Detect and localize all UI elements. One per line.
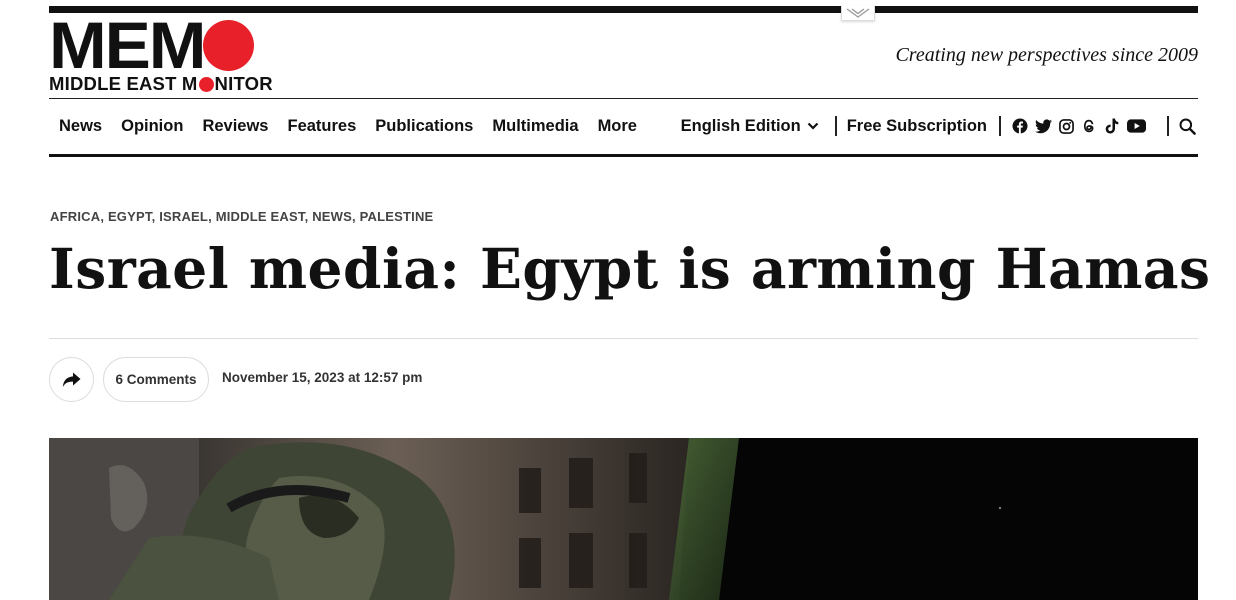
social-links bbox=[1011, 117, 1151, 135]
site-tagline: Creating new perspectives since 2009 bbox=[895, 44, 1198, 66]
logo-wordmark: MEM bbox=[49, 8, 206, 82]
youtube-icon[interactable] bbox=[1126, 117, 1146, 135]
article-hero-image bbox=[49, 438, 1198, 600]
edition-label: English Edition bbox=[680, 116, 801, 135]
nav-right: English Edition Free Subscription bbox=[681, 116, 1198, 136]
share-button[interactable] bbox=[49, 357, 94, 402]
category-link-egypt[interactable]: EGYPT bbox=[108, 209, 152, 224]
search-icon bbox=[1179, 118, 1196, 135]
main-nav: News Opinion Reviews Features Publicatio… bbox=[49, 100, 1198, 152]
threads-icon[interactable] bbox=[1080, 117, 1098, 135]
nav-item-publications[interactable]: Publications bbox=[375, 117, 473, 136]
chevron-double-down-icon bbox=[846, 8, 870, 18]
category-link-middle-east[interactable]: MIDDLE EAST bbox=[216, 209, 305, 224]
category-link-africa[interactable]: AFRICA bbox=[50, 209, 100, 224]
chevron-down-icon bbox=[807, 122, 818, 130]
search-button[interactable] bbox=[1179, 118, 1196, 135]
article-date: November 15, 2023 at 12:57 pm bbox=[222, 370, 423, 385]
nav-separator bbox=[999, 116, 1001, 136]
comments-button[interactable]: 6 Comments bbox=[103, 357, 209, 402]
facebook-icon[interactable] bbox=[1011, 117, 1029, 135]
share-arrow-icon bbox=[62, 372, 81, 387]
meta-divider bbox=[49, 338, 1198, 339]
category-link-news[interactable]: NEWS bbox=[312, 209, 352, 224]
nav-separator bbox=[834, 116, 837, 136]
nav-item-multimedia[interactable]: Multimedia bbox=[492, 117, 578, 136]
article-title: Israel media: Egypt is arming Hamas bbox=[49, 236, 1211, 301]
instagram-icon[interactable] bbox=[1057, 117, 1075, 135]
category-link-palestine[interactable]: PALESTINE bbox=[360, 209, 434, 224]
twitter-icon[interactable] bbox=[1034, 117, 1052, 135]
logo-subtitle: MIDDLE EAST M NITOR bbox=[49, 73, 273, 94]
nav-separator bbox=[1167, 116, 1169, 136]
nav-item-more[interactable]: More bbox=[598, 117, 637, 136]
nav-item-features[interactable]: Features bbox=[287, 117, 356, 136]
article-categories: AFRICA, EGYPT, ISRAEL, MIDDLE EAST, NEWS… bbox=[50, 209, 434, 224]
category-link-israel[interactable]: ISRAEL bbox=[159, 209, 208, 224]
tiktok-icon[interactable] bbox=[1103, 117, 1121, 135]
nav-item-opinion[interactable]: Opinion bbox=[121, 117, 183, 136]
logo-red-dot bbox=[203, 20, 254, 71]
nav-item-news[interactable]: News bbox=[59, 117, 102, 136]
free-subscription-link[interactable]: Free Subscription bbox=[847, 117, 987, 136]
top-bar bbox=[49, 6, 1198, 13]
nav-item-reviews[interactable]: Reviews bbox=[202, 117, 268, 136]
site-logo[interactable]: MEM MIDDLE EAST M NITOR bbox=[49, 12, 273, 94]
nav-menu: News Opinion Reviews Features Publicatio… bbox=[49, 117, 656, 136]
ad-collapse-toggle[interactable] bbox=[841, 6, 875, 21]
nav-divider-bottom bbox=[49, 154, 1198, 157]
nav-divider-top bbox=[49, 98, 1198, 99]
edition-dropdown[interactable]: English Edition bbox=[681, 117, 819, 136]
